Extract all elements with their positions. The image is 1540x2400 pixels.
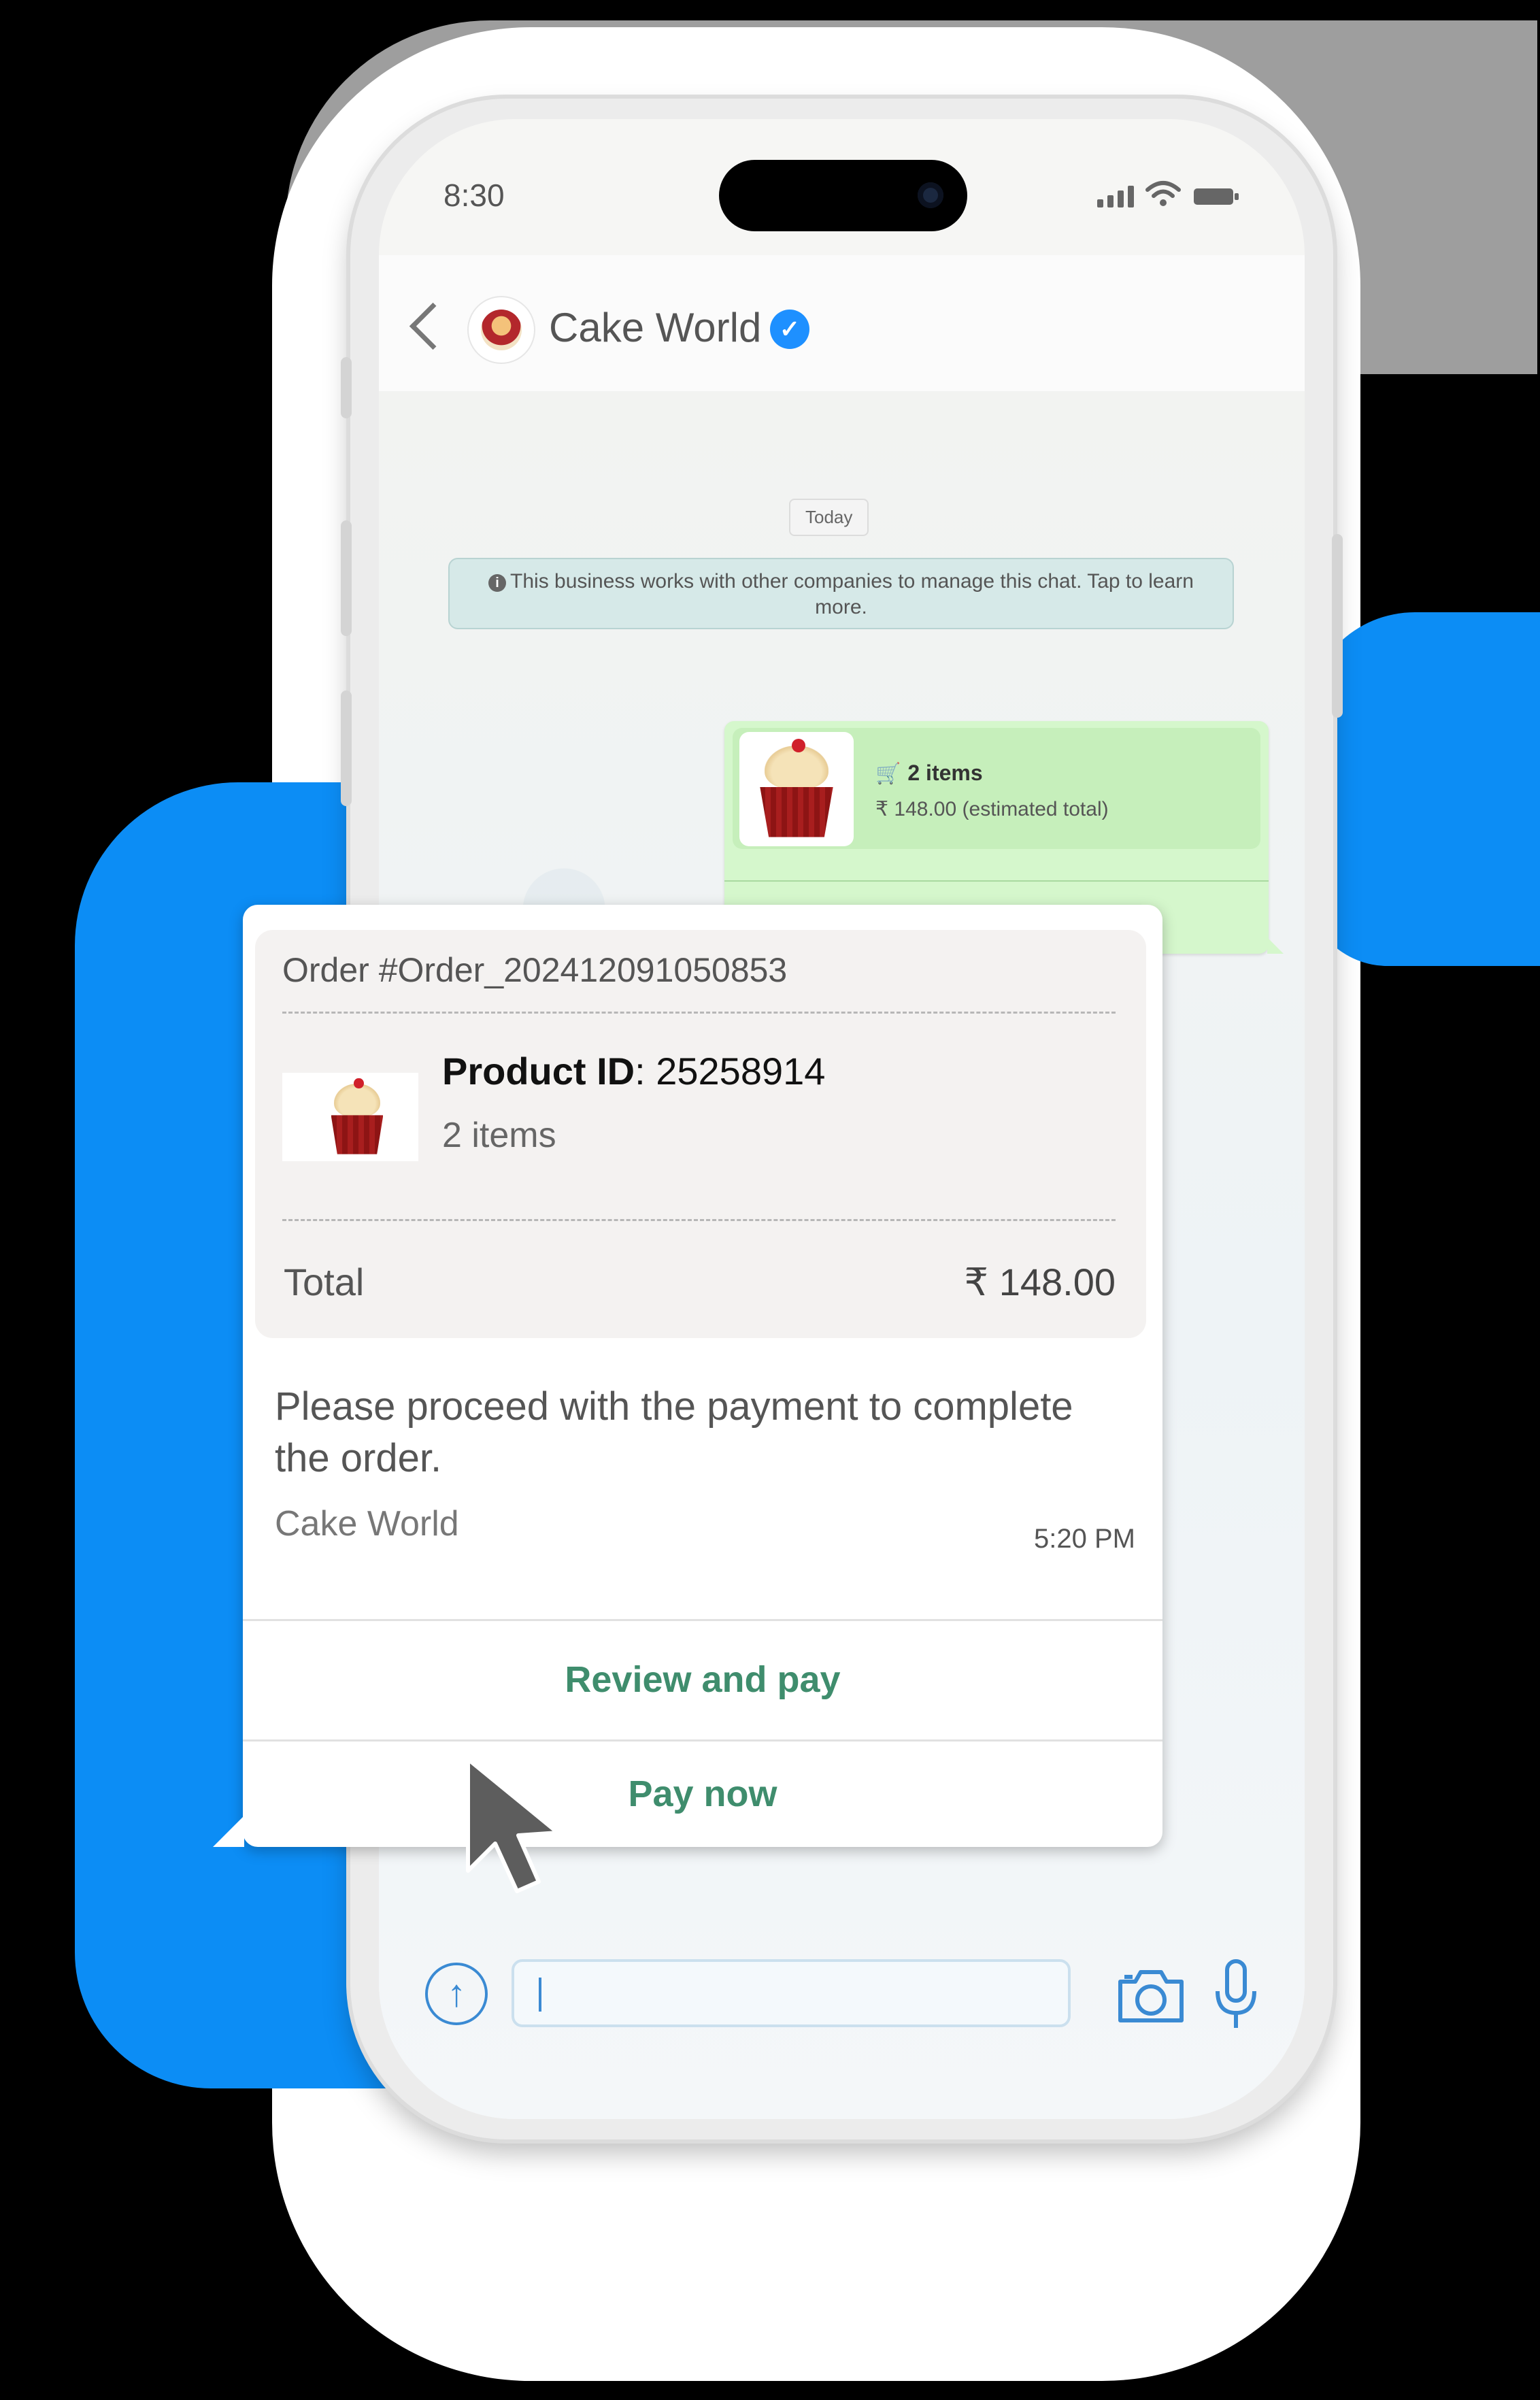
avatar[interactable]	[467, 296, 535, 364]
product-id-label: Product ID	[442, 1050, 635, 1093]
info-icon: i	[488, 574, 507, 592]
message-input[interactable]	[512, 1959, 1071, 2027]
scene: 8:30 Cake World ✓ Today i This business …	[0, 0, 1540, 2400]
volume-down-button	[341, 690, 352, 806]
date-chip: Today	[789, 499, 869, 536]
action-button	[341, 357, 352, 418]
battery-icon	[1194, 188, 1239, 205]
cart-summary[interactable]: 🛒 2 items ₹ 148.00 (estimated total)	[733, 728, 1260, 849]
message-time: 5:20 PM	[1034, 1524, 1135, 1554]
verified-badge-icon: ✓	[770, 310, 809, 349]
info-banner-text: This business works with other companies…	[510, 570, 1194, 618]
dashed-divider	[282, 1219, 1116, 1221]
product-id-value: : 25258914	[635, 1050, 826, 1093]
cupcake-image	[316, 1073, 398, 1161]
pay-now-button[interactable]: Pay now	[243, 1741, 1162, 1847]
order-summary[interactable]: Order #Order_202412091050853 Product ID:…	[255, 930, 1146, 1338]
mouse-pointer-icon	[466, 1757, 560, 1893]
product-id: Product ID: 25258914	[442, 1049, 825, 1093]
payment-message: Please proceed with the payment to compl…	[275, 1384, 1073, 1480]
message-composer: ↑	[379, 1935, 1305, 2071]
dashed-divider	[282, 1012, 1116, 1014]
status-time: 8:30	[443, 178, 505, 213]
chat-title[interactable]: Cake World	[549, 304, 761, 351]
total-value: ₹ 148.00	[964, 1261, 1116, 1303]
signal-icon	[1097, 184, 1134, 207]
review-and-pay-button[interactable]: Review and pay	[243, 1620, 1162, 1739]
cart-estimated-total: ₹ 148.00 (estimated total)	[875, 798, 1109, 820]
camera-icon[interactable]	[1114, 1963, 1188, 2027]
wifi-icon	[1145, 181, 1181, 206]
order-id: Order #Order_202412091050853	[282, 951, 788, 989]
cart-items-count: 🛒 2 items	[875, 761, 983, 786]
back-arrow-icon[interactable]	[409, 302, 457, 350]
cart-product-image	[739, 732, 854, 846]
chat-header: Cake World ✓	[379, 255, 1305, 393]
volume-up-button	[341, 520, 352, 636]
order-message-card: Order #Order_202412091050853 Product ID:…	[213, 905, 1162, 1847]
front-camera	[918, 182, 943, 208]
microphone-icon[interactable]	[1212, 1957, 1260, 2032]
cake-world-logo	[481, 310, 522, 350]
status-icons	[1097, 180, 1240, 207]
sender-name: Cake World	[275, 1504, 459, 1544]
cart-items-text: 2 items	[907, 761, 983, 785]
business-info-banner[interactable]: i This business works with other companie…	[448, 558, 1234, 629]
power-button	[1332, 534, 1343, 718]
order-items-count: 2 items	[442, 1116, 556, 1155]
dynamic-island	[719, 160, 967, 231]
total-label: Total	[284, 1261, 365, 1303]
text-caret	[539, 1978, 541, 2012]
order-product-image	[282, 1073, 418, 1161]
upload-icon[interactable]: ↑	[425, 1963, 488, 2025]
cupcake-image	[739, 732, 854, 846]
cart-icon: 🛒	[875, 763, 901, 785]
